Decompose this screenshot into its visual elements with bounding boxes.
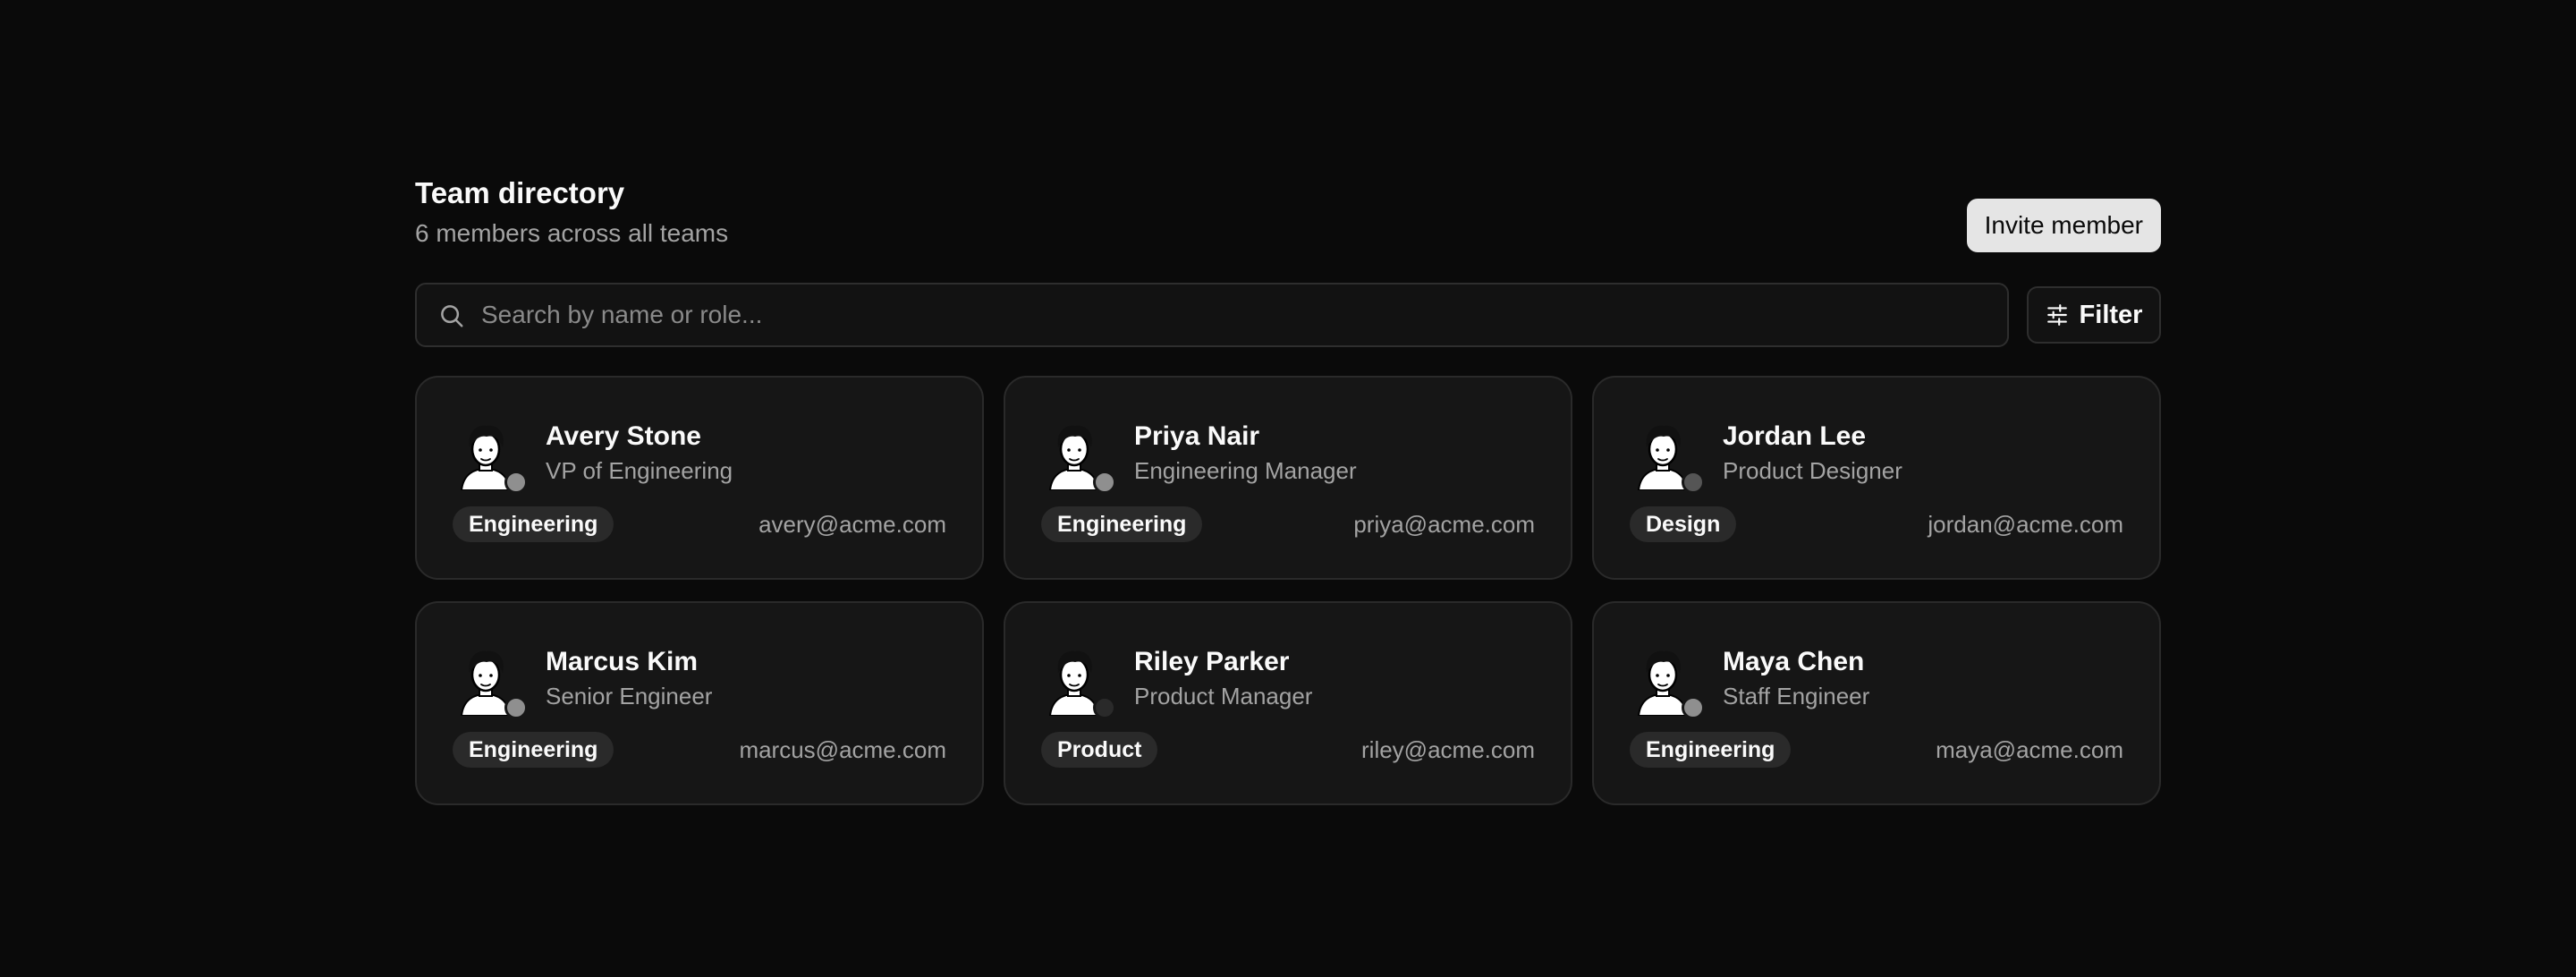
member-card[interactable]: Marcus Kim Senior Engineer Engineering m… xyxy=(415,601,984,805)
member-name: Marcus Kim xyxy=(546,647,699,676)
member-grid: Avery Stone VP of Engineering Engineerin… xyxy=(415,376,2161,805)
member-card[interactable]: Priya Nair Engineering Manager Engineeri… xyxy=(1004,376,1572,580)
member-name: Jordan Lee xyxy=(1723,421,1867,451)
member-name: Riley Parker xyxy=(1134,647,1290,676)
team-badge: Engineering xyxy=(1630,732,1792,768)
status-indicator xyxy=(1093,471,1116,494)
team-badge: Product xyxy=(1041,732,1158,768)
search-box[interactable] xyxy=(415,283,2009,347)
status-indicator xyxy=(504,471,528,494)
sliders-icon xyxy=(2046,304,2067,326)
invite-member-button[interactable]: Invite member xyxy=(1966,199,2161,252)
status-indicator xyxy=(504,696,528,719)
member-role: Staff Engineer xyxy=(1723,683,1870,709)
member-name: Priya Nair xyxy=(1134,421,1260,451)
page-header: Team directory 6 members across all team… xyxy=(415,175,2161,265)
member-role: VP of Engineering xyxy=(546,457,733,484)
status-indicator xyxy=(1682,696,1705,719)
page-title: Team directory xyxy=(415,176,625,209)
toolbar: Filter xyxy=(415,283,2161,347)
avatar xyxy=(1043,644,1116,719)
member-card[interactable]: Avery Stone VP of Engineering Engineerin… xyxy=(415,376,984,580)
member-role: Senior Engineer xyxy=(546,683,713,709)
team-badge: Engineering xyxy=(453,506,614,542)
member-count: 6 members across all teams xyxy=(415,219,729,247)
member-card[interactable]: Jordan Lee Product Designer Design jorda… xyxy=(1592,376,2161,580)
avatar xyxy=(1043,419,1116,494)
member-name: Maya Chen xyxy=(1723,647,1865,676)
team-badge: Engineering xyxy=(1041,506,1203,542)
status-indicator xyxy=(1093,696,1116,719)
member-email[interactable]: maya@acme.com xyxy=(1936,735,2123,764)
member-role: Engineering Manager xyxy=(1134,457,1357,484)
team-badge: Design xyxy=(1630,506,1737,542)
avatar xyxy=(454,419,528,494)
status-indicator xyxy=(1682,471,1705,494)
member-role: Product Manager xyxy=(1134,683,1313,709)
member-email[interactable]: marcus@acme.com xyxy=(739,735,946,764)
team-badge: Engineering xyxy=(453,732,614,768)
team-directory-page: Team directory 6 members across all team… xyxy=(415,175,2161,805)
search-icon xyxy=(441,305,463,327)
avatar xyxy=(1631,419,1705,494)
member-role: Product Designer xyxy=(1723,457,1902,484)
member-email[interactable]: priya@acme.com xyxy=(1353,510,1535,539)
member-card[interactable]: Riley Parker Product Manager Product ril… xyxy=(1004,601,1572,805)
member-email[interactable]: avery@acme.com xyxy=(758,510,946,539)
avatar xyxy=(454,644,528,719)
avatar xyxy=(1631,644,1705,719)
member-name: Avery Stone xyxy=(546,421,701,451)
member-email[interactable]: riley@acme.com xyxy=(1361,735,1535,764)
filter-button[interactable]: Filter xyxy=(2027,286,2161,344)
member-email[interactable]: jordan@acme.com xyxy=(1928,510,2123,539)
filter-label: Filter xyxy=(2079,300,2143,329)
member-card[interactable]: Maya Chen Staff Engineer Engineering may… xyxy=(1592,601,2161,805)
search-input[interactable] xyxy=(481,285,1984,345)
